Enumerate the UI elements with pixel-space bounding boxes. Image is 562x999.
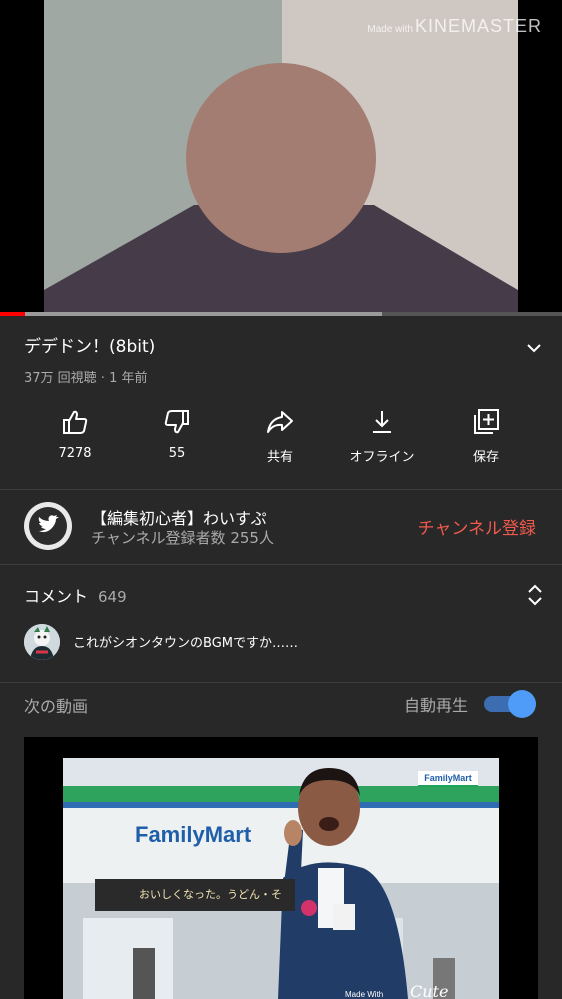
progress-played [0,312,26,316]
divider [0,564,562,565]
subscribe-button[interactable]: チャンネル登録 [418,514,537,539]
employee-hand [284,820,302,846]
video-frame [44,0,518,313]
employee-mouth [319,817,339,831]
channel-subscriber-count: チャンネル登録者数 255人 [91,529,274,547]
save-playlist-icon [474,409,499,434]
save-label: 保存 [472,450,499,465]
channel-avatar-inner [29,507,67,545]
familymart-badge: FamilyMart [418,771,478,787]
divider [0,489,562,490]
share-label: 共有 [266,450,293,465]
channel-name[interactable]: 【編集初心者】わいすぷ [91,505,267,529]
comments-title: コメント [24,587,89,606]
video-title: デデドン！(8bit) [24,337,156,357]
scene-blue-stripe [63,802,499,808]
video-meta: 37万 回視聴 · 1 年前 [24,371,148,386]
download-button[interactable]: オフライン [330,400,434,472]
thumbnail-image: FamilyMart FamilyMart おいしくなった。うどん・そ Made… [63,758,499,999]
comment-avatar[interactable] [24,624,60,660]
action-bar: 7278 55 共有 オフライン 保存 [0,400,562,472]
employee-badge [301,900,317,916]
shop-sign: おいしくなった。うどん・そ [95,879,295,911]
autoplay-label: 自動再生 [403,696,468,715]
channel-avatar[interactable] [24,502,72,550]
divider [0,682,562,683]
download-label: オフライン [349,450,415,465]
save-button[interactable]: 保存 [434,400,538,472]
dislike-button[interactable]: 55 [125,400,229,472]
up-next-label: 次の動画 [24,697,89,716]
progress-buffered [0,312,383,316]
scene-facade [63,808,499,883]
expand-collapse-icon[interactable] [526,583,544,607]
bystander-left [133,948,155,999]
comments-count: 649 [98,588,127,606]
like-count: 7278 [58,446,92,461]
scene-window [83,918,173,999]
kinemaster-watermark: Made with KINEMASTER [367,16,542,37]
next-video-thumbnail[interactable]: FamilyMart FamilyMart おいしくなった。うどん・そ Made… [24,737,538,999]
watermark-small-text: Made with [367,24,413,35]
video-picture [44,0,518,313]
dislike-count: 55 [168,446,186,461]
chevron-down-icon[interactable] [524,338,544,358]
video-head-circle [186,63,376,253]
watermark-brand-text: KINEMASTER [414,16,542,36]
thumbs-up-icon [63,410,88,434]
share-icon [267,411,293,433]
comments-header[interactable]: コメント 649 [24,583,127,607]
top-comment-text: これがシオンタウンのBGMですか…… [73,636,298,651]
video-title-row[interactable]: デデドン！(8bit) [24,334,544,362]
employee-nametag [333,904,355,930]
autoplay-toggle[interactable] [484,690,538,718]
madewith-watermark: Made With [345,990,384,999]
scene-green-stripe [63,786,499,804]
thumbs-down-icon [164,410,189,434]
cute-caption: Cute [410,982,449,999]
share-button[interactable]: 共有 [228,400,332,472]
like-button[interactable]: 7278 [23,400,127,472]
familymart-logo: FamilyMart [135,822,252,847]
video-player[interactable]: Made with KINEMASTER [0,0,562,313]
anime-avatar-icon [24,624,60,660]
download-icon [373,411,391,433]
twitter-bird-icon [38,515,59,533]
progress-bar[interactable] [0,312,562,316]
toggle-knob [508,690,536,718]
